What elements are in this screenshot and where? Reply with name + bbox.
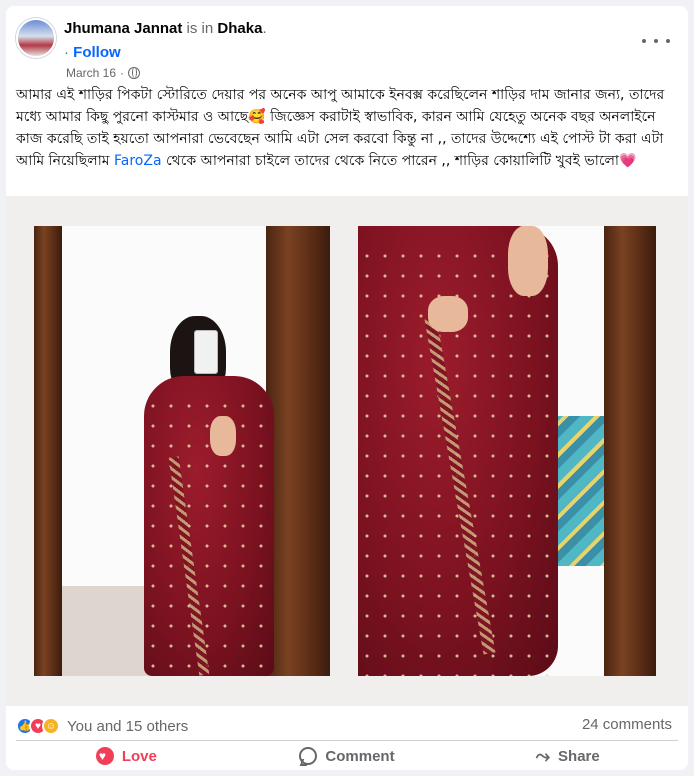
share-label: Share	[558, 747, 600, 765]
heart-icon	[95, 747, 114, 765]
hand-left	[428, 296, 468, 332]
comment-icon	[299, 747, 318, 765]
post-text-part-2: থেকে আপনারা চাইলে তাদের থেকে নিতে পারেন …	[161, 153, 637, 169]
avatar[interactable]	[16, 18, 56, 58]
reaction-count[interactable]: You and 15 others	[67, 718, 188, 735]
comment-label: Comment	[325, 747, 395, 765]
comment-button[interactable]: Comment	[237, 742, 458, 770]
hand-right	[508, 226, 548, 296]
globe-icon	[128, 67, 141, 79]
arm	[210, 416, 236, 456]
location-link[interactable]: Dhaka	[217, 20, 262, 37]
action-divider	[16, 740, 678, 741]
saree-motifs-left	[144, 396, 274, 676]
follow-button[interactable]: Follow	[73, 44, 121, 61]
photo-mirror-selfie[interactable]	[34, 226, 330, 676]
photo-saree-closeup[interactable]	[358, 226, 656, 676]
faroza-link[interactable]: FaroZa	[114, 153, 162, 169]
door-frame-right-photo	[604, 226, 656, 676]
comments-count[interactable]: 24 comments	[582, 716, 672, 733]
post-text: আমার এই শাড়ির পিকটা স্টোরিতে দেয়ার পর …	[16, 84, 680, 172]
door-frame-right	[266, 226, 330, 676]
reaction-summary[interactable]: 👍 ♥ ☺ You and 15 others	[16, 714, 188, 738]
action-bar: Love Comment ⤳ Share	[16, 742, 678, 770]
author-line: Jhumana Jannat is in Dhaka.	[64, 20, 267, 37]
love-button[interactable]: Love	[16, 742, 237, 770]
meta-separator: ·	[120, 66, 125, 80]
follow-separator: ·	[64, 44, 69, 61]
post-card: Jhumana Jannat is in Dhaka. · Follow Mar…	[6, 6, 688, 770]
post-meta: March 16 ·	[66, 66, 141, 80]
more-options-icon[interactable]	[642, 34, 670, 48]
author-name[interactable]: Jhumana Jannat	[64, 20, 182, 37]
location-suffix: .	[262, 20, 267, 37]
post-media[interactable]	[6, 196, 688, 706]
follow-line: · Follow	[64, 44, 121, 61]
post-date[interactable]: March 16	[66, 66, 116, 80]
post-header: Jhumana Jannat is in Dhaka. · Follow Mar…	[16, 14, 678, 80]
care-icon: ☺	[42, 717, 60, 735]
phone	[194, 330, 218, 374]
share-icon: ⤳	[535, 746, 551, 766]
share-button[interactable]: ⤳ Share	[457, 742, 678, 770]
is-in-text: is in	[186, 20, 214, 37]
love-label: Love	[121, 747, 157, 765]
door-frame-left	[34, 226, 62, 676]
